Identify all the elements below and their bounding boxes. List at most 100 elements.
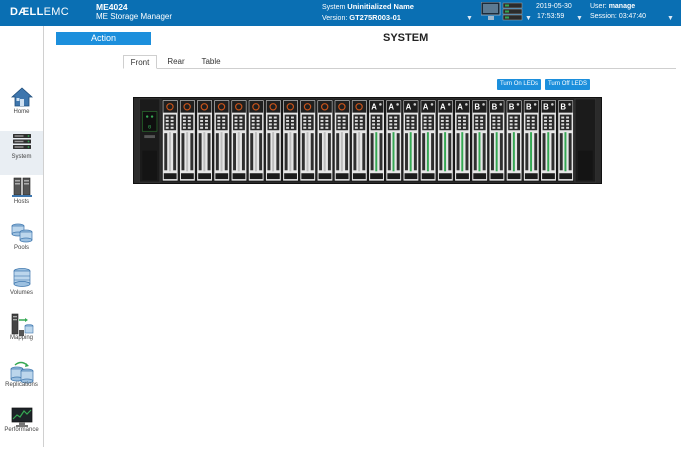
drive-slot[interactable] bbox=[179, 99, 196, 182]
drive-grip bbox=[320, 126, 324, 129]
drive-activity-bar bbox=[186, 132, 189, 172]
top-header: DÆLLEMC ME4024 ME Storage Manager System… bbox=[0, 0, 681, 26]
thumbnail-dropdown-arrow-icon[interactable]: ▼ bbox=[525, 15, 532, 22]
drive-slot[interactable]: A bbox=[437, 99, 454, 182]
enclosure-front-view: 0 A A A A A A B B B B B B bbox=[133, 97, 602, 184]
drive-vent bbox=[362, 133, 366, 171]
date-time[interactable]: 2019-05-30 17:53:59 bbox=[536, 2, 572, 22]
drive-grip bbox=[165, 123, 169, 126]
tab-rear[interactable]: Rear bbox=[161, 55, 191, 69]
drive-slot[interactable]: B bbox=[488, 99, 506, 182]
drive-grip bbox=[170, 116, 174, 119]
drive-vent bbox=[465, 133, 469, 171]
drive-slot[interactable] bbox=[299, 99, 317, 182]
drive-bottom-latch bbox=[438, 173, 452, 180]
turn-on-leds-button[interactable]: Turn On LEDs bbox=[497, 79, 541, 90]
drive-grip bbox=[268, 119, 272, 122]
drive-slot[interactable]: A bbox=[385, 99, 402, 182]
sidebar-item-pools[interactable]: Pools bbox=[0, 222, 43, 266]
sidebar-item-volumes[interactable]: Volumes bbox=[0, 267, 43, 311]
drive-grip bbox=[492, 123, 496, 126]
sidebar-item-performance[interactable]: Performance bbox=[0, 406, 43, 450]
drive-grip bbox=[462, 119, 466, 122]
drive-slot[interactable] bbox=[316, 99, 334, 182]
drive-status-dot bbox=[430, 103, 434, 106]
logo-dell-text: DÆLL bbox=[10, 6, 44, 18]
sidebar-item-hosts[interactable]: Hosts bbox=[0, 176, 43, 220]
drive-status-dot bbox=[465, 103, 468, 106]
drive-slot[interactable] bbox=[265, 99, 282, 182]
drive-slot[interactable]: B bbox=[540, 99, 557, 182]
drive-slot[interactable]: B bbox=[557, 99, 574, 182]
action-button[interactable]: Action bbox=[56, 32, 151, 45]
drive-slot[interactable] bbox=[351, 99, 368, 182]
drive-slot[interactable]: A bbox=[402, 99, 420, 182]
tab-table[interactable]: Table bbox=[195, 55, 227, 69]
drive-grip bbox=[359, 126, 363, 129]
system-info[interactable]: System Uninitialized Name Version: GT275… bbox=[322, 2, 414, 24]
drive-bottom-latch bbox=[249, 173, 263, 180]
drive-vent bbox=[241, 133, 245, 171]
time-value: 17:53:59 bbox=[537, 13, 565, 20]
drive-slot[interactable]: B bbox=[471, 99, 488, 182]
drive-slot[interactable] bbox=[161, 99, 179, 182]
system-dropdown-arrow-icon[interactable]: ▼ bbox=[466, 15, 473, 22]
control-panel-left[interactable]: 0 bbox=[139, 98, 161, 183]
disk-group-label: A bbox=[388, 103, 394, 112]
drive-slot[interactable] bbox=[196, 99, 213, 182]
drive-grip bbox=[303, 123, 307, 126]
system-thumbnail-icon[interactable] bbox=[481, 2, 523, 22]
sidebar-item-home[interactable]: Home bbox=[0, 86, 43, 130]
drive-activity-bar bbox=[495, 132, 498, 172]
drive-vent bbox=[181, 133, 185, 171]
drive-grip bbox=[445, 119, 449, 122]
disk-group-label: B bbox=[526, 103, 532, 112]
drive-grip bbox=[509, 119, 513, 122]
drive-activity-bar bbox=[168, 132, 171, 172]
drive-activity-bar bbox=[306, 132, 309, 172]
drive-vent bbox=[173, 133, 177, 171]
drive-slot-header bbox=[318, 100, 332, 113]
drive-vent bbox=[198, 133, 202, 171]
drive-bottom-latch bbox=[507, 173, 521, 180]
drive-slot[interactable] bbox=[213, 99, 231, 182]
drive-bottom-latch bbox=[370, 173, 383, 180]
drive-slot[interactable]: A bbox=[454, 99, 471, 182]
drive-bottom-latch bbox=[490, 173, 504, 180]
drive-grip bbox=[509, 116, 513, 119]
drive-slot[interactable]: B bbox=[523, 99, 540, 182]
drive-grip bbox=[337, 116, 341, 119]
sidebar-item-mapping[interactable]: Mapping bbox=[0, 312, 43, 356]
drive-grip bbox=[217, 116, 221, 119]
drive-activity-bar bbox=[392, 132, 395, 172]
drive-activity-bar bbox=[323, 132, 326, 172]
drive-bottom-latch bbox=[559, 173, 573, 180]
drive-status-dot bbox=[447, 103, 451, 106]
sidebar-item-system[interactable]: System bbox=[0, 131, 43, 175]
sidebar-item-replications[interactable]: Replications bbox=[0, 360, 43, 404]
drive-slot[interactable] bbox=[230, 99, 248, 182]
user-dropdown-arrow-icon[interactable]: ▼ bbox=[667, 15, 674, 22]
drive-grip bbox=[342, 126, 346, 129]
drive-grip bbox=[372, 126, 376, 129]
turn-off-leds-button[interactable]: Turn Off LEDS bbox=[545, 79, 590, 90]
drive-vent bbox=[353, 133, 357, 171]
drive-slot-header bbox=[197, 100, 212, 113]
drive-slot[interactable]: A bbox=[368, 99, 385, 182]
drive-grip bbox=[462, 126, 466, 129]
tab-front[interactable]: Front bbox=[123, 55, 157, 69]
drive-grip bbox=[354, 126, 358, 129]
drive-grip bbox=[239, 126, 243, 129]
drive-activity-bar bbox=[254, 132, 257, 172]
drive-slot[interactable] bbox=[282, 99, 299, 182]
drive-slot[interactable]: A bbox=[419, 99, 437, 182]
drive-slot[interactable] bbox=[333, 99, 351, 182]
datetime-dropdown-arrow-icon[interactable]: ▼ bbox=[576, 15, 583, 22]
user-info[interactable]: User: manage Session: 03:47:40 bbox=[590, 2, 646, 22]
disk-group-label: A bbox=[440, 103, 446, 112]
drive-slot[interactable]: B bbox=[505, 99, 523, 182]
drive-activity-bar bbox=[444, 132, 447, 172]
sidebar-item-label: Volumes bbox=[9, 290, 33, 296]
drive-slot[interactable] bbox=[247, 99, 265, 182]
drive-grip bbox=[492, 119, 496, 122]
